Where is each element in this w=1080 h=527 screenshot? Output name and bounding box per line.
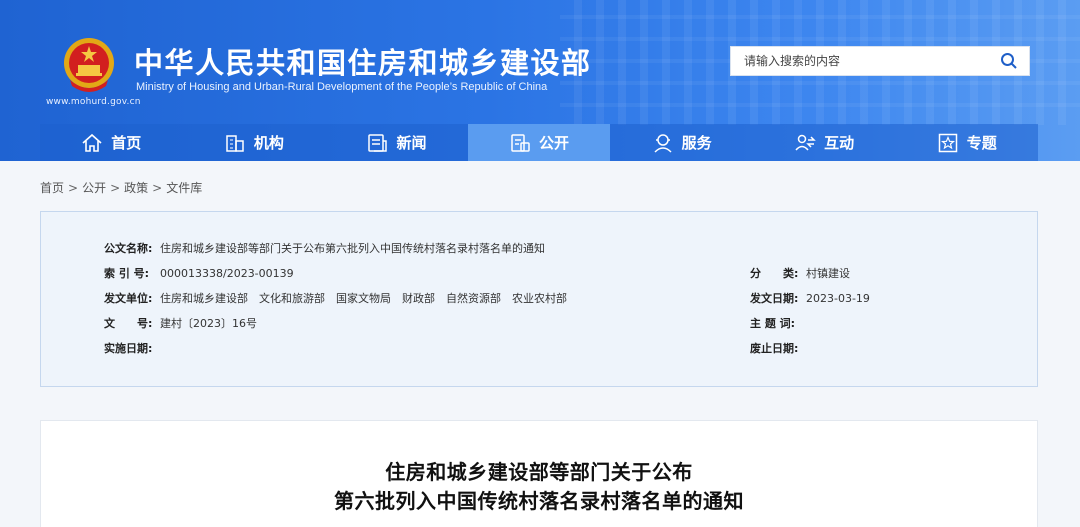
- breadcrumb-item[interactable]: 首页: [40, 181, 64, 195]
- breadcrumb-item[interactable]: 文件库: [166, 181, 202, 195]
- home-icon: [82, 133, 102, 152]
- main-nav: 首页 机构 新闻 公开 服务 互动 专题: [40, 124, 1038, 161]
- nav-label: 服务: [681, 134, 712, 152]
- nav-label: 专题: [966, 134, 997, 152]
- info-value: 村镇建设: [806, 267, 850, 280]
- article-title-line-2: 第六批列入中国传统村落名录村落名单的通知: [334, 489, 744, 513]
- info-row-doc-no: 文 号: 建村〔2023〕16号: [104, 315, 257, 331]
- breadcrumb-item[interactable]: 政策: [124, 181, 148, 195]
- info-value: 住房和城乡建设部等部门关于公布第六批列入中国传统村落名录村落名单的通知: [160, 242, 545, 255]
- info-value: 住房和城乡建设部 文化和旅游部 国家文物局 财政部 自然资源部 农业农村部: [160, 292, 567, 305]
- info-label: 分 类:: [750, 267, 799, 280]
- breadcrumb: 首页 > 公开 > 政策 > 文件库: [40, 181, 203, 195]
- nav-label: 机构: [253, 134, 284, 152]
- info-row-subject: 主 题 词:: [750, 315, 806, 331]
- site-url: www.mohurd.gov.cn: [46, 97, 141, 107]
- article-title-line-1: 住房和城乡建设部等部门关于公布: [385, 460, 693, 484]
- document-info-panel: 公文名称: 住房和城乡建设部等部门关于公布第六批列入中国传统村落名录村落名单的通知…: [40, 211, 1038, 387]
- nav-label: 互动: [824, 134, 855, 152]
- info-row-date: 发文日期: 2023-03-19: [750, 290, 870, 306]
- info-label: 公文名称:: [104, 242, 153, 255]
- open-document-icon: [511, 133, 530, 152]
- info-label: 发文单位:: [104, 292, 153, 305]
- nav-item-news[interactable]: 新闻: [325, 124, 468, 161]
- search-icon: [1001, 53, 1017, 69]
- nav-label: 新闻: [396, 134, 427, 152]
- info-value: 建村〔2023〕16号: [160, 317, 257, 330]
- nav-item-organization[interactable]: 机构: [183, 124, 326, 161]
- info-label: 文 号:: [104, 317, 153, 330]
- nav-item-open[interactable]: 公开: [467, 124, 611, 161]
- info-row-effective: 实施日期:: [104, 340, 160, 356]
- nav-label: 公开: [539, 134, 570, 152]
- search-button[interactable]: [989, 47, 1029, 75]
- info-label: 实施日期:: [104, 342, 153, 355]
- nav-item-interaction[interactable]: 互动: [753, 124, 896, 161]
- site-header: www.mohurd.gov.cn 中华人民共和国住房和城乡建设部 Minist…: [0, 0, 1080, 161]
- national-emblem-icon[interactable]: [62, 36, 116, 94]
- building-icon: [226, 134, 244, 152]
- info-label: 索 引 号:: [104, 267, 150, 280]
- news-icon: [368, 133, 388, 152]
- nav-item-home[interactable]: 首页: [40, 124, 183, 161]
- interaction-icon: [795, 134, 816, 151]
- search-box: [730, 46, 1030, 76]
- site-title-english: Ministry of Housing and Urban-Rural Deve…: [136, 81, 548, 93]
- nav-label: 首页: [111, 134, 142, 152]
- nav-item-topic[interactable]: 专题: [895, 124, 1038, 161]
- site-title[interactable]: 中华人民共和国住房和城乡建设部: [134, 40, 592, 82]
- topic-star-icon: [938, 133, 957, 152]
- info-row-index: 索 引 号: 000013338/2023-00139: [104, 265, 294, 281]
- nav-item-service[interactable]: 服务: [610, 124, 753, 161]
- service-icon: [654, 133, 672, 153]
- article-content: 住房和城乡建设部等部门关于公布 第六批列入中国传统村落名录村落名单的通知: [40, 420, 1038, 527]
- search-input[interactable]: [731, 47, 989, 75]
- info-row-issuer: 发文单位: 住房和城乡建设部 文化和旅游部 国家文物局 财政部 自然资源部 农业农…: [104, 290, 567, 306]
- info-row-doc-name: 公文名称: 住房和城乡建设部等部门关于公布第六批列入中国传统村落名录村落名单的通知: [104, 240, 545, 256]
- info-value: 000013338/2023-00139: [160, 267, 294, 280]
- info-row-expiry: 废止日期:: [750, 340, 806, 356]
- breadcrumb-item[interactable]: 公开: [82, 181, 106, 195]
- info-label: 发文日期:: [750, 292, 799, 305]
- info-label: 主 题 词:: [750, 317, 796, 330]
- info-value: 2023-03-19: [806, 292, 870, 305]
- info-row-category: 分 类: 村镇建设: [750, 265, 850, 281]
- info-label: 废止日期:: [750, 342, 799, 355]
